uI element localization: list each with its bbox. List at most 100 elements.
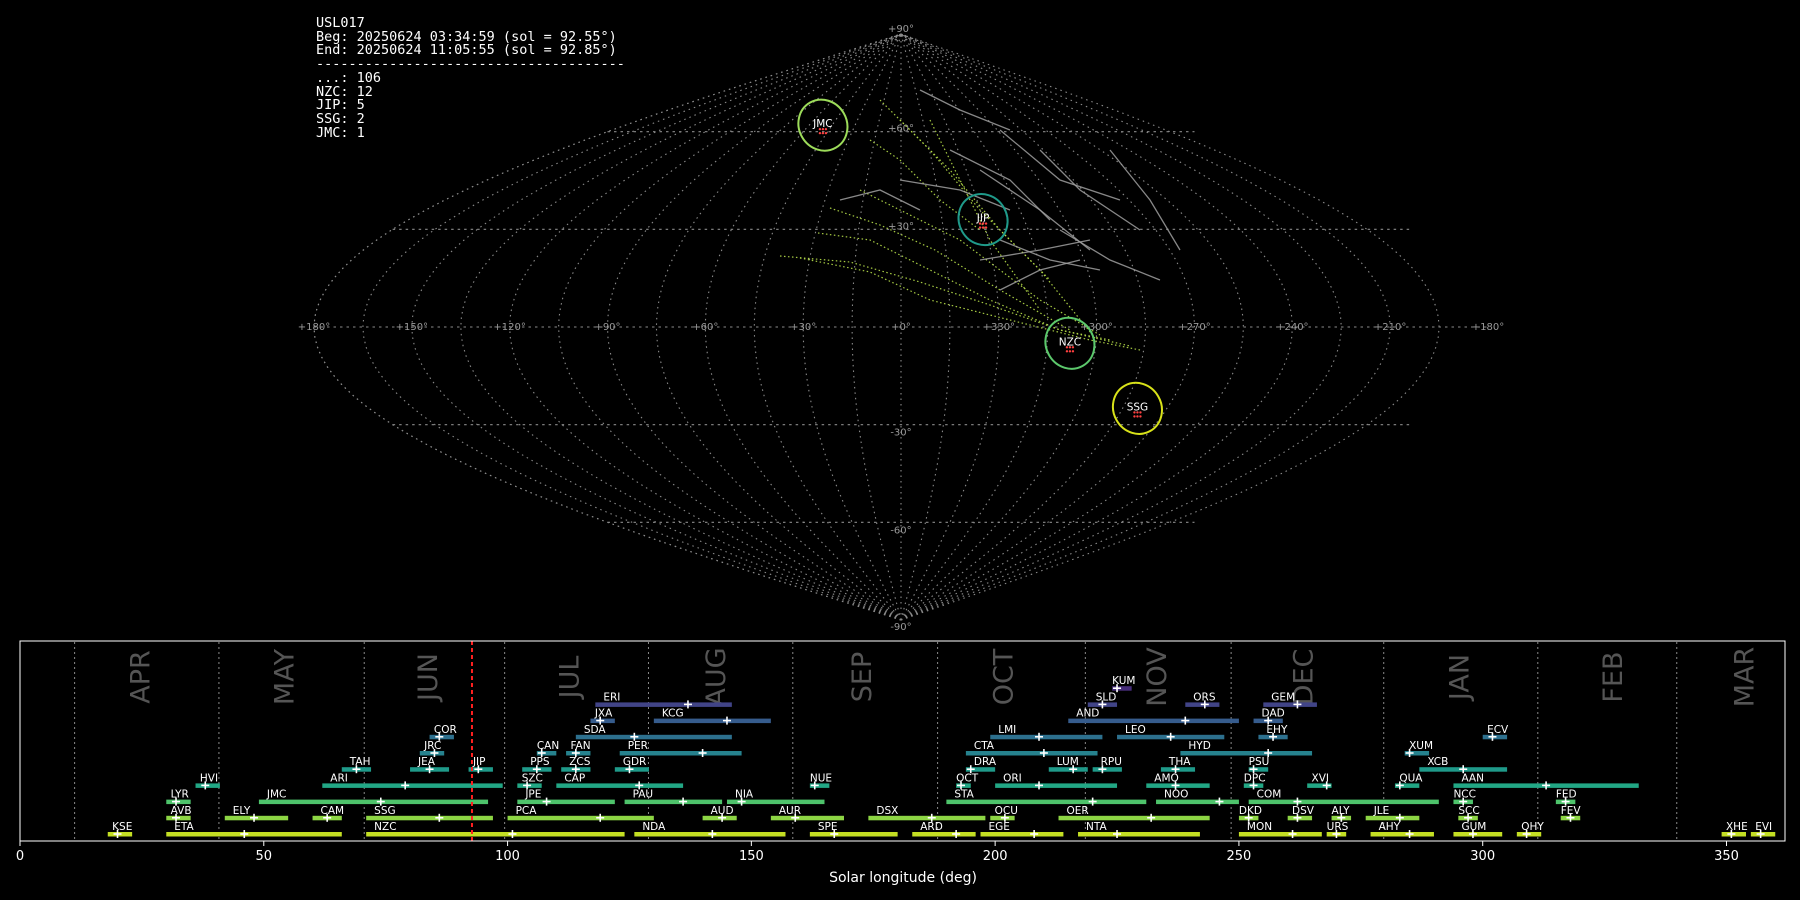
shower-gem: GEM	[1263, 691, 1317, 709]
lon-tick-label: +180°	[298, 322, 330, 333]
lat-tick-label: +60°	[888, 124, 914, 135]
shower-aud: AUD	[702, 805, 737, 822]
shower-ecv: ECV	[1482, 724, 1509, 741]
shower-dsv: DSV	[1287, 805, 1315, 822]
shower-kcg: KCG	[653, 708, 771, 725]
shower-cap: CAP	[556, 772, 684, 790]
shower-label: DAD	[1262, 708, 1285, 720]
shower-scc: SCC	[1458, 805, 1480, 822]
shower-bar	[614, 767, 649, 772]
shower-bar	[522, 767, 552, 772]
shower-label: AVB	[171, 805, 192, 817]
shower-sda: SDA	[575, 724, 732, 741]
shower-ssg: SSG	[366, 805, 493, 822]
shower-label: OER	[1067, 805, 1089, 817]
x-tick-label: 150	[739, 849, 764, 864]
radiant-label: JMC	[812, 118, 833, 130]
shower-label: PPS	[530, 756, 550, 768]
shower-label: AUD	[711, 805, 734, 817]
shower-bar	[224, 815, 289, 821]
shower-bar	[1365, 815, 1420, 821]
month-label: JUL	[555, 656, 586, 701]
shower-label: CTA	[974, 740, 995, 752]
meteor-track	[999, 129, 1121, 201]
shower-gum: GUM	[1453, 821, 1503, 838]
shower-label: GUM	[1461, 821, 1486, 833]
shower-label: OHY	[1521, 821, 1544, 833]
month-label: FEB	[1598, 651, 1629, 702]
shower-xhe: XHE	[1721, 821, 1748, 838]
lon-tick-label: +30°	[790, 322, 816, 333]
radiant-nzc: NZC	[1044, 316, 1096, 370]
month-label: JAN	[1444, 654, 1475, 702]
shower-ege: EGE	[980, 821, 1064, 838]
shower-label: DKD	[1239, 805, 1262, 817]
month-separators: APR MAY JUN JUL AUG SEP OCT NOV DEC JAN FEB MAR	[74, 642, 1761, 840]
shower-can: CAN	[536, 740, 559, 757]
shower-bar	[1453, 832, 1503, 837]
shower-bar	[166, 799, 191, 805]
shower-label: LYR	[171, 789, 189, 801]
radiant-point	[978, 226, 982, 229]
lat-tick-label: +30°	[888, 221, 914, 232]
shower-bar	[468, 767, 493, 772]
shower-label: EHY	[1266, 724, 1288, 736]
radiant-point	[818, 131, 822, 135]
shower-nia: NIA	[726, 789, 825, 806]
shower-spe: SPE	[809, 821, 898, 838]
shower-jrc: JRC	[419, 740, 445, 757]
shower-eta: ETA	[166, 821, 342, 838]
shower-dpc: DPC	[1243, 772, 1266, 790]
shower-label: NDA	[642, 821, 666, 833]
shower-cam: CAM	[312, 805, 344, 822]
shower-label: NUE	[810, 772, 832, 784]
shower-bar	[1156, 799, 1239, 805]
shower-label: ORS	[1193, 691, 1216, 703]
radiant-label: SSG	[1127, 401, 1148, 413]
shower-label: NCC	[1453, 789, 1476, 801]
shower-nda: NDA	[634, 821, 786, 838]
shower-sta: STA	[946, 789, 1147, 806]
shower-label: XHE	[1726, 821, 1748, 833]
radiant-point	[984, 226, 988, 229]
radiant-point	[1133, 415, 1136, 418]
shower-bar	[258, 799, 489, 805]
x-tick-label: 250	[1227, 849, 1252, 864]
shower-label: NTA	[1086, 821, 1107, 833]
shower-bar	[517, 799, 615, 805]
lon-tick-label: +270°	[1178, 322, 1210, 333]
shower-label: AHY	[1379, 821, 1401, 833]
shower-aly: ALY	[1331, 805, 1352, 822]
shower-label: ETA	[174, 821, 194, 833]
shower-bar	[1058, 815, 1210, 821]
lon-tick-label: +60°	[692, 322, 718, 333]
shower-xvi: XVI	[1307, 772, 1332, 790]
shower-label: PAU	[633, 789, 654, 801]
shower-bar	[912, 832, 976, 837]
shower-bar	[517, 783, 542, 788]
shower-bar	[1146, 783, 1210, 788]
shower-bar	[634, 832, 786, 837]
shower-bar	[1419, 767, 1508, 772]
shower-label: KUM	[1112, 675, 1135, 687]
shower-label: AAN	[1461, 772, 1484, 784]
shower-bar	[195, 783, 220, 788]
shower-bar	[1560, 815, 1581, 821]
shower-com: COM	[1248, 789, 1439, 806]
shower-bar	[419, 751, 445, 756]
shower-bar	[1258, 734, 1288, 740]
shower-bar	[556, 783, 684, 788]
month-label: APR	[125, 650, 156, 704]
shower-bar	[1248, 767, 1269, 772]
shower-label: ORI	[1003, 772, 1022, 784]
shower-fed: FED	[1555, 789, 1577, 806]
shower-label: HYD	[1188, 740, 1210, 752]
shower-bar	[312, 815, 342, 821]
shower-label: TAH	[349, 756, 371, 768]
month-label: MAY	[269, 648, 300, 705]
shower-lum: LUM	[1048, 756, 1088, 774]
x-tick-label: 0	[16, 849, 24, 864]
shower-bar	[770, 815, 844, 821]
shower-bar	[410, 767, 450, 772]
shower-label: XVI	[1312, 772, 1329, 784]
